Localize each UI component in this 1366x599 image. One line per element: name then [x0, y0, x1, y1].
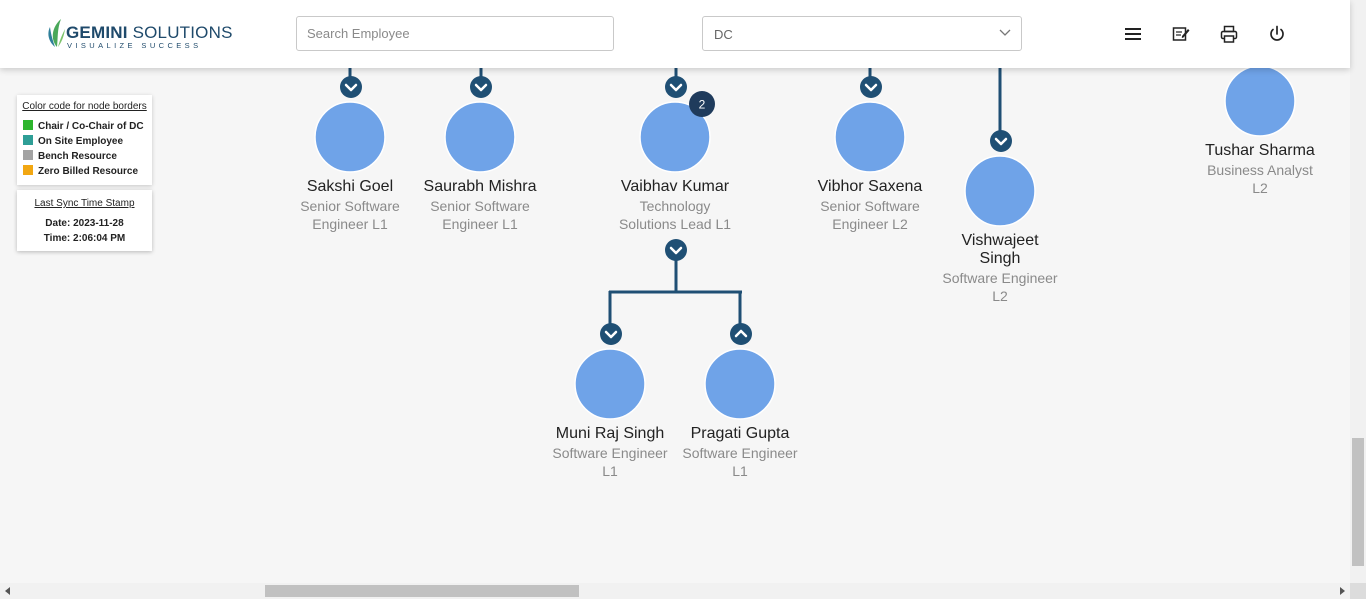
- sync-title: Last Sync Time Stamp: [34, 198, 135, 209]
- node-name-muni-raj-singh: Muni Raj Singh: [555, 425, 665, 442]
- node-title-muni-raj-singh: Software Engineer L1: [552, 445, 668, 479]
- legend-swatch: [23, 165, 33, 175]
- org-chart: 2 Sakshi Goel Senior Software Engineer L1…: [0, 0, 1350, 583]
- node-title-vishwajeet-singh: Software Engineer L2: [942, 270, 1058, 304]
- org-chart-connectors: 2: [314, 65, 1296, 420]
- dc-select-value: DC: [714, 27, 733, 42]
- leaf-logo-icon: [48, 19, 65, 47]
- expand-toggle-vishwajeet-singh[interactable]: [990, 130, 1012, 152]
- node-title-pragati-gupta: Software Engineer L1: [682, 445, 798, 479]
- expand-toggle-muni-raj-singh[interactable]: [600, 323, 622, 345]
- legend-item-onsite: On Site Employee: [23, 135, 123, 147]
- logo-wordmark: GEMINI SOLUTIONS: [66, 23, 233, 42]
- node-avatar-saurabh-mishra[interactable]: [444, 101, 516, 173]
- node-title-vaibhav-kumar: Technology Solutions Lead L1: [618, 198, 732, 232]
- scroll-left-arrow-icon[interactable]: [4, 587, 12, 595]
- last-sync-panel: Last Sync Time Stamp Date: 2023-11-28 Ti…: [17, 190, 152, 251]
- legend-swatch: [23, 135, 33, 145]
- badge-count: 2: [699, 98, 706, 112]
- node-avatar-muni-raj-singh[interactable]: [574, 348, 646, 420]
- search-employee-input[interactable]: [296, 16, 614, 51]
- legend-swatch: [23, 120, 33, 130]
- node-title-vibhor-saxena: Senior Software Engineer L2: [820, 198, 920, 232]
- vertical-scrollbar-thumb[interactable]: [1352, 438, 1364, 566]
- node-border-legend: Color code for node borders Chair / Co-C…: [17, 95, 152, 185]
- notes-icon[interactable]: [1171, 24, 1191, 44]
- node-title-tushar-sharma: Business Analyst L2: [1207, 162, 1313, 196]
- sync-date: Date: 2023-11-28: [45, 218, 124, 229]
- horizontal-scrollbar[interactable]: [0, 583, 1350, 599]
- top-header: GEMINI SOLUTIONS VISUALIZE SUCCESS DC: [0, 0, 1350, 68]
- logo-tagline: VISUALIZE SUCCESS: [67, 41, 202, 50]
- legend-item-zero-billed: Zero Billed Resource: [23, 165, 138, 177]
- dc-select[interactable]: DC: [702, 16, 1022, 51]
- print-icon[interactable]: [1219, 24, 1239, 44]
- node-name-vaibhav-kumar: Vaibhav Kumar: [620, 178, 730, 195]
- legend-item-bench: Bench Resource: [23, 150, 117, 162]
- expand-toggle-vaibhav-kumar-top[interactable]: [665, 76, 687, 98]
- menu-icon[interactable]: [1123, 24, 1143, 44]
- node-avatar-vishwajeet-singh[interactable]: [964, 155, 1036, 227]
- node-name-vishwajeet-singh: Vishwajeet Singh: [961, 232, 1039, 267]
- gemini-logo[interactable]: GEMINI SOLUTIONS VISUALIZE SUCCESS: [46, 17, 232, 51]
- node-title-saurabh-mishra: Senior Software Engineer L1: [430, 198, 530, 232]
- node-name-saurabh-mishra: Saurabh Mishra: [423, 178, 537, 195]
- node-avatar-tushar-sharma[interactable]: [1224, 65, 1296, 137]
- chevron-down-icon: [999, 29, 1011, 36]
- direct-reports-badge: 2: [689, 91, 715, 117]
- collapse-toggle-pragati-gupta[interactable]: [730, 323, 752, 345]
- node-avatar-vibhor-saxena[interactable]: [834, 101, 906, 173]
- node-title-sakshi-goel: Senior Software Engineer L1: [300, 198, 400, 232]
- horizontal-scrollbar-thumb[interactable]: [265, 585, 579, 597]
- scrollbar-corner: [1350, 583, 1366, 599]
- node-name-sakshi-goel: Sakshi Goel: [306, 178, 394, 195]
- expand-toggle-saurabh-mishra[interactable]: [470, 76, 492, 98]
- node-name-vibhor-saxena: Vibhor Saxena: [817, 178, 923, 195]
- node-name-tushar-sharma: Tushar Sharma: [1205, 142, 1315, 159]
- legend-title: Color code for node borders: [22, 101, 147, 112]
- node-name-pragati-gupta: Pragati Gupta: [690, 425, 790, 442]
- legend-swatch: [23, 150, 33, 160]
- power-icon[interactable]: [1267, 24, 1287, 44]
- scroll-right-arrow-icon[interactable]: [1338, 587, 1346, 595]
- legend-item-chair: Chair / Co-Chair of DC: [23, 120, 144, 132]
- node-avatar-sakshi-goel[interactable]: [314, 101, 386, 173]
- node-avatar-pragati-gupta[interactable]: [704, 348, 776, 420]
- expand-toggle-sakshi-goel[interactable]: [340, 76, 362, 98]
- sync-time: Time: 2:06:04 PM: [43, 233, 126, 244]
- expand-toggle-vaibhav-kumar-children[interactable]: [665, 239, 687, 261]
- expand-toggle-vibhor-saxena[interactable]: [860, 76, 882, 98]
